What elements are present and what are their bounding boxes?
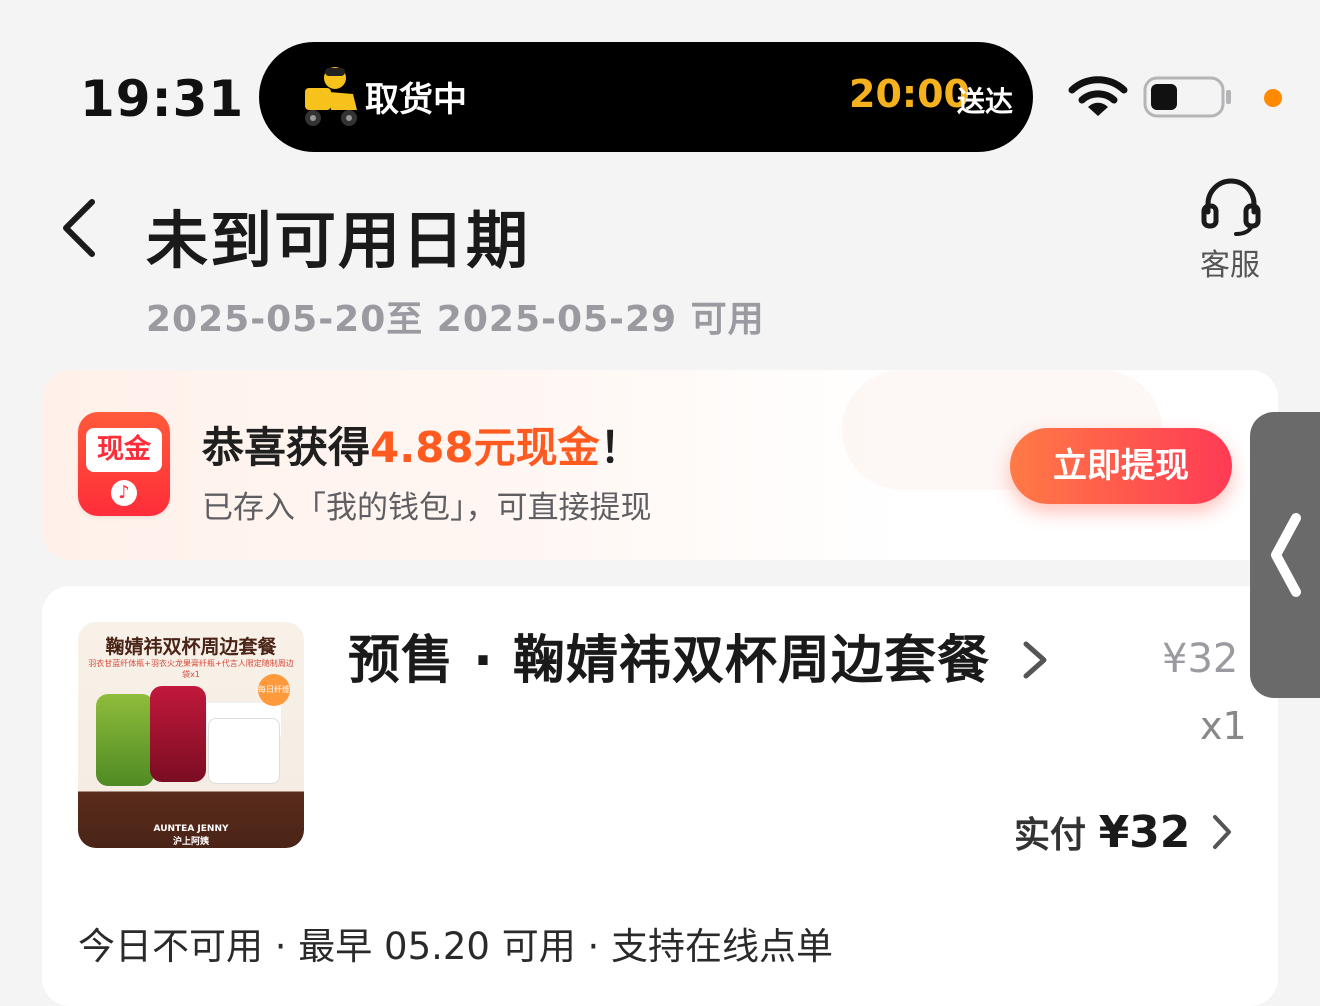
chevron-right-icon[interactable]	[1020, 638, 1050, 682]
delivery-status: 取货中	[365, 80, 467, 120]
delivery-eta-time: 20:00	[849, 72, 970, 116]
unit-price: ¥32	[1162, 636, 1239, 682]
usage-note: 今日不可用 · 最早 05.20 可用 · 支持在线点单	[78, 925, 834, 968]
side-drawer-handle[interactable]	[1250, 412, 1320, 698]
cash-wallet-icon: 现金 ♪	[78, 412, 170, 516]
dynamic-island-delivery[interactable]: 取货中 20:00 送达	[259, 42, 1033, 152]
wifi-icon	[1068, 76, 1128, 116]
cash-title-prefix: 恭喜获得	[202, 423, 371, 472]
paid-amount-link[interactable]: 实付 ¥32	[1014, 806, 1190, 858]
red-drink-jar	[150, 686, 206, 782]
paid-label: 实付	[1014, 815, 1087, 856]
recording-indicator-dot	[1264, 89, 1282, 107]
back-chevron-icon[interactable]	[58, 196, 100, 260]
cash-reward-subtitle: 已存入「我的钱包」，可直接提现	[202, 490, 652, 526]
withdraw-now-button[interactable]: 立即提现	[1010, 428, 1232, 504]
customer-service-label[interactable]: 客服	[1200, 240, 1260, 284]
chevron-right-icon[interactable]	[1210, 812, 1234, 852]
page-title: 未到可用日期	[146, 204, 531, 277]
headset-icon[interactable]	[1198, 176, 1264, 238]
product-name-link[interactable]: 预售 · 鞠婧祎双杯周边套餐	[348, 618, 990, 693]
cash-title-suffix: ！	[599, 423, 642, 472]
thumbnail-brand-en: AUNTEA JENNY	[153, 824, 229, 834]
white-cup	[208, 718, 280, 784]
paid-amount: ¥32	[1098, 807, 1191, 858]
quantity: x1	[1200, 704, 1247, 748]
order-card: 鞠婧祎双杯周边套餐 羽衣甘蓝纤体瓶+羽衣火龙果膏纤瓶+代言人限定随制周边袋x1 …	[42, 586, 1278, 1006]
delivery-eta-label: 送达	[957, 85, 1014, 118]
cash-reward-card: 现金 ♪ 恭喜获得4.88元现金！ 已存入「我的钱包」，可直接提现 立即提现	[42, 370, 1278, 560]
cash-amount: 4.88元现金	[370, 423, 600, 472]
status-time: 19:31	[80, 70, 245, 128]
delivery-rider-icon	[305, 67, 357, 126]
thumbnail-title: 鞠婧祎双杯周边套餐	[105, 636, 277, 658]
douyin-note-icon: ♪	[111, 480, 137, 506]
product-thumbnail[interactable]: 鞠婧祎双杯周边套餐 羽衣甘蓝纤体瓶+羽衣火龙果膏纤瓶+代言人限定随制周边袋x1 …	[78, 622, 304, 848]
chevron-left-icon	[1271, 513, 1301, 597]
cash-logo-text: 现金	[86, 428, 162, 472]
cash-reward-title: 恭喜获得4.88元现金！	[202, 414, 642, 475]
battery-icon	[1143, 76, 1231, 118]
green-drink-jar	[96, 694, 154, 786]
valid-date-range: 2025-05-20至 2025-05-29 可用	[146, 299, 765, 340]
thumbnail-badge: 每日纤维	[258, 674, 290, 706]
thumbnail-brand-cn: 沪上阿姨	[172, 837, 209, 847]
